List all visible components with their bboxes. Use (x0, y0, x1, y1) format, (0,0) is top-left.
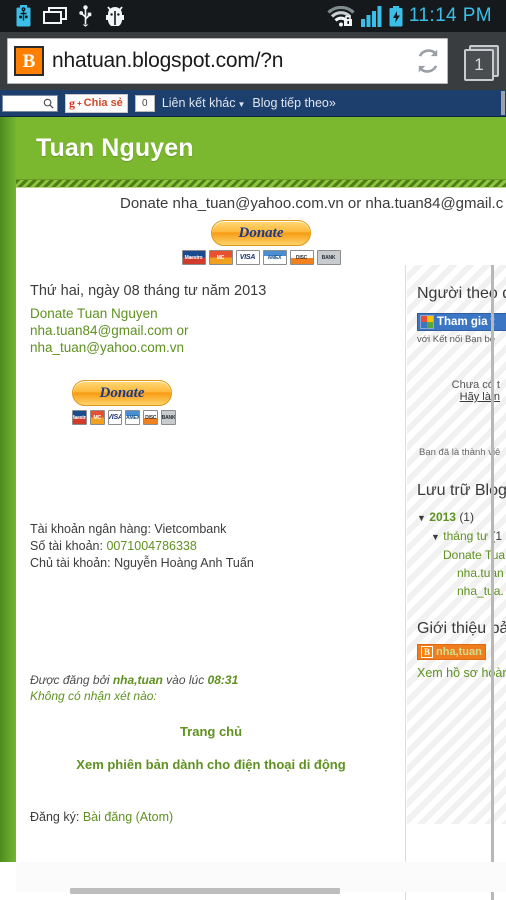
share-label: Chia sẻ (83, 97, 123, 109)
usb-icon (79, 5, 92, 27)
android-screen: 11:14 PM B nhatuan.blogspot.com/?n 1 g +… (0, 0, 506, 900)
discover-card-icon: DISC (289, 250, 314, 265)
posted-by-prefix: Được đăng bởi (30, 673, 110, 687)
visa-card-icon: VISA (107, 410, 123, 425)
tab-count-label: 1 (464, 49, 494, 81)
blogger-navbar: g + Chia sẻ 0 Liên kết khác ▼ Blog tiếp t… (0, 90, 506, 117)
bank-owner-line: Chủ tài khoản: Nguyễn Hoàng Anh Tuấn (30, 556, 254, 570)
mastercard-card-icon: MC (89, 410, 105, 425)
blogger-profile-icon: B (421, 646, 433, 658)
battery-usb-icon (16, 5, 31, 27)
browser-toolbar: B nhatuan.blogspot.com/?n 1 (0, 32, 506, 90)
bank-card-icon: BANK (161, 410, 176, 425)
sidebar-column: Người theo d Tham gia t với Kết nối Bạn … (406, 265, 506, 900)
archive-year-label[interactable]: 2013 (429, 510, 456, 524)
join-button-label: Tham gia t (437, 316, 495, 328)
wifi-secured-icon (327, 5, 355, 26)
no-comments-label: Không có nhận xét nào: (30, 689, 157, 703)
archive-year-count: (1) (459, 510, 474, 524)
next-blog-link[interactable]: Blog tiếp theo» (252, 96, 335, 110)
web-page-viewport: Tuan Nguyen Donate nha_tuan@yahoo.com.vn… (0, 117, 506, 900)
amex-card-icon: AMEX (125, 410, 141, 425)
post-body: Donate Tuan Nguyen nha.tuan84@gmail.com … (16, 299, 406, 356)
status-bar-left-icons (8, 5, 126, 27)
maestro-card-icon: Maestro (72, 410, 87, 425)
more-links-label: Liên kết khác (161, 96, 236, 110)
no-followers-text: Chưa có t (451, 379, 500, 391)
profile-badge[interactable]: B nha,tuan (417, 644, 486, 660)
subscribe-row: Đăng ký: Bài đăng (Atom) (16, 772, 406, 824)
google-plus-share-button[interactable]: g + Chia sẻ (65, 93, 128, 113)
page-left-green-border (0, 117, 16, 862)
page-title: Tuan Nguyen (36, 133, 194, 162)
blog-content: Tuan Nguyen Donate nha_tuan@yahoo.com.vn… (16, 117, 506, 900)
profile-name: nha,tuan (436, 646, 482, 658)
post-time-link[interactable]: 08:31 (208, 673, 239, 687)
bank-name-line: Tài khoản ngân hàng: Vietcombank (30, 522, 227, 536)
subscribe-label: Đăng ký: (30, 810, 80, 824)
amex-card-icon: AMEX (262, 250, 287, 265)
share-count-badge[interactable]: 0 (134, 94, 155, 112)
archive-month-label[interactable]: tháng tư (443, 529, 488, 543)
visa-card-icon: VISA (235, 250, 260, 265)
post-email-1: nha.tuan84@gmail.com or (30, 323, 189, 338)
status-bar-right-icons: 11:14 PM (327, 5, 498, 27)
gplus-plus-icon: + (77, 98, 82, 108)
columns: Thứ hai, ngày 08 tháng tư năm 2013 Donat… (16, 265, 506, 900)
tab-switcher-button[interactable]: 1 (455, 38, 499, 84)
mastercard-card-icon: MC (208, 250, 233, 265)
post-title[interactable]: Donate Tuan Nguyen (30, 305, 406, 322)
bank-account-info: Tài khoản ngân hàng: Vietcombank Số tài … (16, 425, 406, 572)
mobile-version-link[interactable]: Xem phiên bản dành cho điện thoại di độn… (16, 739, 406, 772)
url-text[interactable]: nhatuan.blogspot.com/?n (52, 49, 407, 73)
discover-card-icon: DISC (143, 410, 159, 425)
subscribe-atom-link[interactable]: Bài đăng (Atom) (83, 810, 173, 824)
blogger-favicon-icon: B (14, 46, 44, 76)
post-footer: Được đăng bởi nha,tuan vào lúc 08:31 Khô… (16, 572, 406, 704)
chevron-down-icon: ▼ (237, 100, 246, 109)
donate-header-text: Donate nha_tuan@yahoo.com.vn or nha.tuan… (120, 195, 504, 212)
main-column: Thứ hai, ngày 08 tháng tư năm 2013 Donat… (16, 265, 406, 900)
blog-search-input[interactable] (2, 94, 58, 112)
home-link[interactable]: Trang chủ (16, 704, 406, 739)
posted-by-line: Được đăng bởi nha,tuan vào lúc 08:31 (30, 672, 406, 688)
status-bar: 11:14 PM (0, 0, 506, 32)
post-email-2: nha_tuan@yahoo.com.vn (30, 340, 185, 355)
sidebar-divider (491, 265, 494, 900)
triangle-down-icon[interactable]: ▼ (431, 532, 440, 542)
header-zigzag-divider (16, 179, 506, 188)
donate-widget-top: Donate Maestro MC VISA AMEX DISC BANK (16, 212, 506, 265)
be-first-follower-link[interactable]: Hãy là n (417, 391, 500, 403)
blog-header: Tuan Nguyen (16, 117, 506, 179)
search-icon (43, 98, 54, 109)
gplus-icon: g (69, 95, 75, 110)
bank-number-line: Số tài khoản: 0071004786338 (30, 538, 406, 555)
battery-charging-icon (389, 5, 403, 26)
posted-at-text: vào lúc (166, 673, 205, 687)
donate-button-top[interactable]: Donate (211, 220, 311, 246)
navbar-scrollbar[interactable] (501, 91, 505, 115)
bank-card-icon: BANK (316, 250, 341, 265)
payment-card-icons-inline: Maestro MC VISA AMEX DISC BANK (72, 410, 176, 425)
donate-button-inline[interactable]: Donate (72, 380, 172, 406)
android-debug-bug-icon (106, 6, 124, 26)
donate-widget-inline: Donate Maestro MC VISA AMEX DISC BANK (16, 356, 406, 425)
triangle-down-icon[interactable]: ▼ (417, 513, 426, 523)
more-links-menu[interactable]: Liên kết khác ▼ (162, 96, 246, 110)
post-date: Thứ hai, ngày 08 tháng tư năm 2013 (30, 283, 267, 299)
maestro-card-icon: Maestro (181, 250, 206, 265)
bank-number-value: 0071004786338 (106, 539, 197, 553)
post-author-link[interactable]: nha,tuan (113, 673, 163, 687)
friend-connect-icon (420, 315, 434, 329)
payment-card-icons-top: Maestro MC VISA AMEX DISC BANK (16, 250, 506, 265)
status-bar-clock: 11:14 PM (408, 5, 492, 26)
cellular-signal-icon (360, 5, 382, 27)
bank-number-label: Số tài khoản: (30, 539, 103, 553)
url-bar[interactable]: B nhatuan.blogspot.com/?n (7, 38, 448, 84)
reload-icon[interactable] (415, 48, 441, 74)
recent-apps-icon (43, 7, 67, 24)
horizontal-scrollbar-thumb[interactable] (70, 888, 340, 894)
